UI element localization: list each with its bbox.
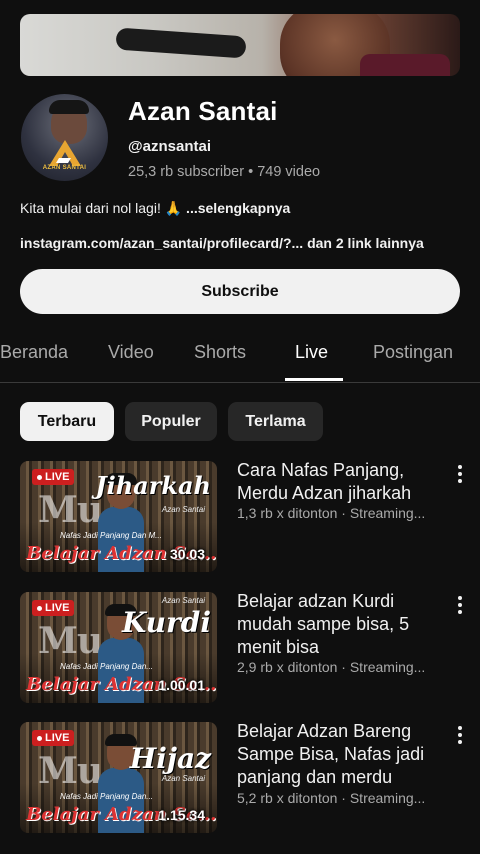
live-dot-icon	[37, 474, 42, 480]
video-title[interactable]: Belajar Adzan Bareng Sampe Bisa, Nafas j…	[237, 720, 442, 789]
channel-handle: @aznsantai	[128, 138, 211, 155]
video-meta: 1,3 rb x ditonton · Streaming...	[237, 505, 426, 521]
thumbnail-subtitle: Nafas Jadi Panjang Dan...	[60, 662, 153, 671]
video-duration: 1.00.01	[158, 677, 205, 693]
more-options-icon[interactable]	[454, 596, 466, 614]
tab-postingan[interactable]: Postingan	[373, 342, 453, 363]
filter-chip-terbaru[interactable]: Terbaru	[20, 402, 114, 441]
subscribe-button[interactable]: Subscribe	[20, 269, 460, 314]
video-meta: 5,2 rb x ditonton · Streaming...	[237, 790, 426, 806]
banner-cloth-image	[360, 54, 450, 76]
channel-name: Azan Santai	[128, 96, 278, 126]
live-badge: LIVE	[32, 600, 75, 616]
thumbnail-brand: Azan Santai	[161, 505, 205, 514]
thumbnail-subtitle: Nafas Jadi Panjang Dan M...	[60, 531, 162, 540]
thumbnail-subtitle: Nafas Jadi Panjang Dan...	[60, 792, 153, 801]
description-more-link[interactable]: ...selengkapnya	[182, 200, 290, 216]
video-thumbnail[interactable]: Mu Jiharkah Azan Santai Nafas Jadi Panja…	[20, 461, 217, 572]
channel-logo-icon	[49, 140, 81, 166]
avatar-cap	[49, 100, 89, 114]
thumbnail-title: Kurdi	[121, 606, 211, 639]
description-text: Kita mulai dari nol lagi! 🙏	[20, 200, 183, 216]
active-tab-indicator	[285, 378, 343, 381]
video-thumbnail[interactable]: Mu Hijaz Azan Santai Nafas Jadi Panjang …	[20, 722, 217, 833]
video-thumbnail[interactable]: Mu Kurdi Azan Santai Nafas Jadi Panjang …	[20, 592, 217, 703]
video-meta: 2,9 rb x ditonton · Streaming...	[237, 659, 426, 675]
thumbnail-brand: Azan Santai	[161, 774, 205, 783]
more-options-icon[interactable]	[454, 726, 466, 744]
microphone-image	[115, 27, 247, 59]
more-options-icon[interactable]	[454, 465, 466, 483]
live-dot-icon	[37, 735, 42, 741]
channel-tabs: Beranda Video Shorts Live Postingan	[0, 330, 480, 383]
filter-chip-terlama[interactable]: Terlama	[228, 402, 323, 441]
thumbnail-brand: Azan Santai	[161, 596, 205, 605]
live-badge: LIVE	[32, 730, 75, 746]
channel-link-url[interactable]: instagram.com/azan_santai/profilecard/?.…	[20, 235, 303, 251]
thumbnail-bg-text: Mu	[38, 750, 103, 792]
channel-stats: 25,3 rb subscriber • 749 video	[128, 164, 321, 180]
video-duration: 1.15.34	[158, 807, 205, 823]
live-badge: LIVE	[32, 469, 75, 485]
video-item[interactable]: Mu Jiharkah Azan Santai Nafas Jadi Panja…	[0, 459, 480, 573]
channel-avatar[interactable]: AZAN SANTAI	[21, 94, 108, 181]
video-item[interactable]: Mu Hijaz Azan Santai Nafas Jadi Panjang …	[0, 720, 480, 834]
thumbnail-title: Hijaz	[129, 742, 211, 775]
avatar-logo-text: AZAN SANTAI	[42, 165, 87, 171]
video-title[interactable]: Belajar adzan Kurdi mudah sampe bisa, 5 …	[237, 590, 442, 659]
live-dot-icon	[37, 605, 42, 611]
thumbnail-bg-text: Mu	[38, 620, 103, 662]
tab-live[interactable]: Live	[295, 342, 328, 363]
more-links[interactable]: dan 2 link lainnya	[303, 235, 424, 251]
channel-description[interactable]: Kita mulai dari nol lagi! 🙏 ...selengkap…	[20, 200, 290, 217]
channel-banner	[20, 14, 460, 76]
channel-links[interactable]: instagram.com/azan_santai/profilecard/?.…	[20, 235, 424, 251]
video-item[interactable]: Mu Kurdi Azan Santai Nafas Jadi Panjang …	[0, 590, 480, 704]
tab-video[interactable]: Video	[108, 342, 154, 363]
video-title[interactable]: Cara Nafas Panjang, Merdu Adzan jiharkah	[237, 459, 442, 505]
tab-shorts[interactable]: Shorts	[194, 342, 246, 363]
thumbnail-bg-text: Mu	[38, 489, 103, 531]
video-duration: 30.03	[169, 546, 205, 562]
tab-beranda[interactable]: Beranda	[0, 342, 68, 363]
filter-chip-populer[interactable]: Populer	[125, 402, 217, 441]
thumbnail-title: Jiharkah	[95, 471, 211, 500]
